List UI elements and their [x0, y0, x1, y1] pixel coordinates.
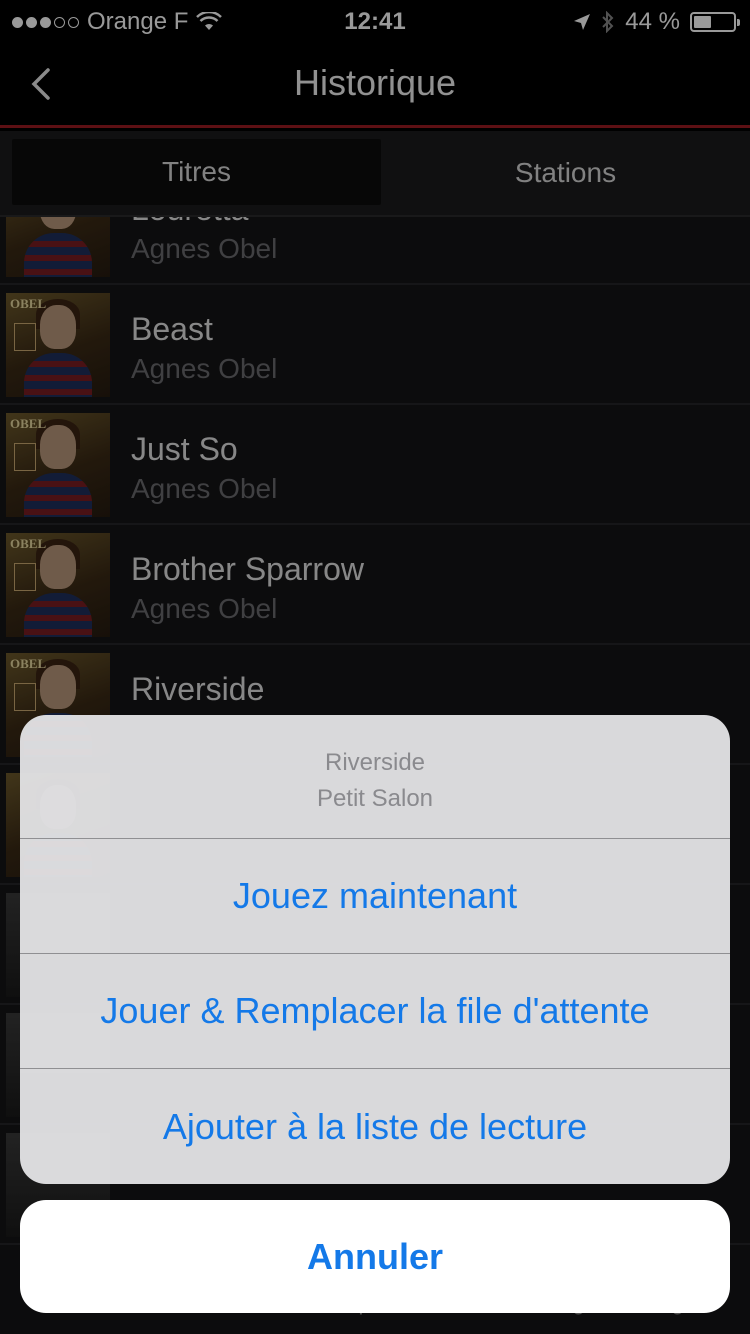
action-sheet-header: Riverside Petit Salon	[20, 715, 730, 839]
action-sheet-title: Riverside	[324, 749, 426, 776]
play-now-button[interactable]: Jouez maintenant	[20, 839, 730, 954]
play-replace-queue-button[interactable]: Jouer & Remplacer la file d'attente	[20, 954, 730, 1069]
add-to-playlist-button[interactable]: Ajouter à la liste de lecture	[20, 1069, 730, 1184]
action-sheet: Riverside Petit Salon Jouez maintenant J…	[20, 715, 730, 1184]
action-sheet-subtitle: Petit Salon	[316, 785, 434, 812]
cancel-button[interactable]: Annuler	[20, 1200, 730, 1313]
